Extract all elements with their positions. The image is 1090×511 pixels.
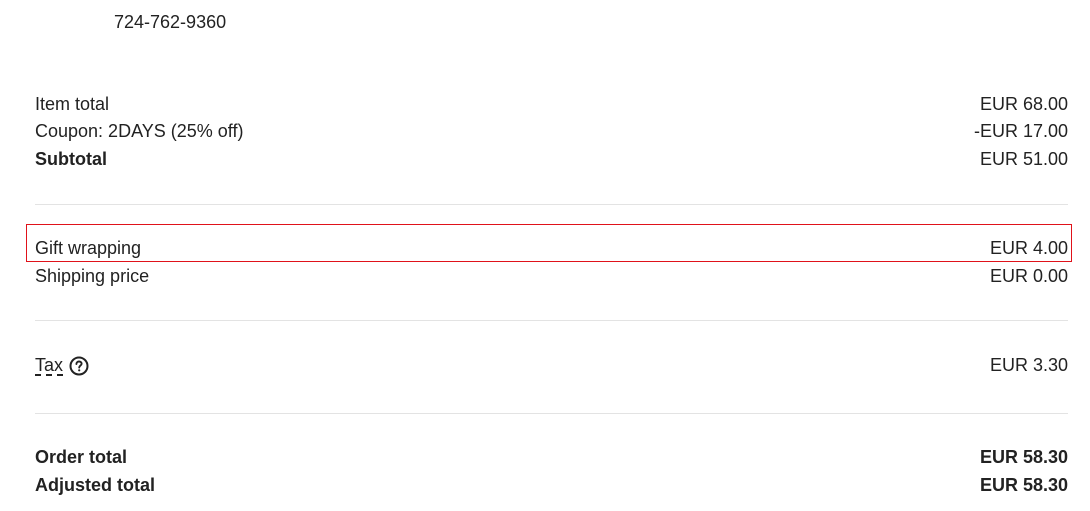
divider bbox=[35, 413, 1068, 414]
item-total-label: Item total bbox=[35, 94, 110, 114]
coupon-row: Coupon: 2DAYS (25% off) -EUR 17.00 bbox=[35, 118, 1068, 145]
gift-wrapping-row: Gift wrapping EUR 4.00 bbox=[35, 235, 1068, 262]
order-total-label: Order total bbox=[35, 447, 128, 467]
subtotal-value: EUR 51.00 bbox=[979, 149, 1068, 169]
gift-wrapping-value: EUR 4.00 bbox=[989, 238, 1068, 258]
coupon-value: -EUR 17.00 bbox=[973, 121, 1068, 141]
order-total-value: EUR 58.30 bbox=[979, 447, 1068, 467]
shipping-row: Shipping price EUR 0.00 bbox=[35, 263, 1068, 290]
phone-number: 724-762-9360 bbox=[114, 12, 227, 32]
adjusted-total-row: Adjusted total EUR 58.30 bbox=[35, 472, 1068, 499]
item-total-row: Item total EUR 68.00 bbox=[35, 91, 1068, 118]
shipping-label: Shipping price bbox=[35, 266, 150, 286]
subtotal-row: Subtotal EUR 51.00 bbox=[35, 146, 1068, 173]
adjusted-total-value: EUR 58.30 bbox=[979, 475, 1068, 495]
coupon-label: Coupon: 2DAYS (25% off) bbox=[35, 121, 244, 141]
tax-label[interactable]: Tax bbox=[35, 356, 64, 376]
divider bbox=[35, 204, 1068, 205]
item-total-value: EUR 68.00 bbox=[979, 94, 1068, 114]
help-circle-icon[interactable] bbox=[69, 356, 89, 376]
divider bbox=[35, 320, 1068, 321]
shipping-value: EUR 0.00 bbox=[989, 266, 1068, 286]
order-total-row: Order total EUR 58.30 bbox=[35, 444, 1068, 471]
tax-row: Tax EUR 3.30 bbox=[35, 352, 1068, 379]
adjusted-total-label: Adjusted total bbox=[35, 475, 155, 495]
tax-label-group: Tax bbox=[35, 356, 89, 376]
subtotal-label: Subtotal bbox=[35, 149, 107, 169]
tax-value: EUR 3.30 bbox=[989, 355, 1068, 375]
gift-wrapping-label: Gift wrapping bbox=[35, 238, 142, 258]
